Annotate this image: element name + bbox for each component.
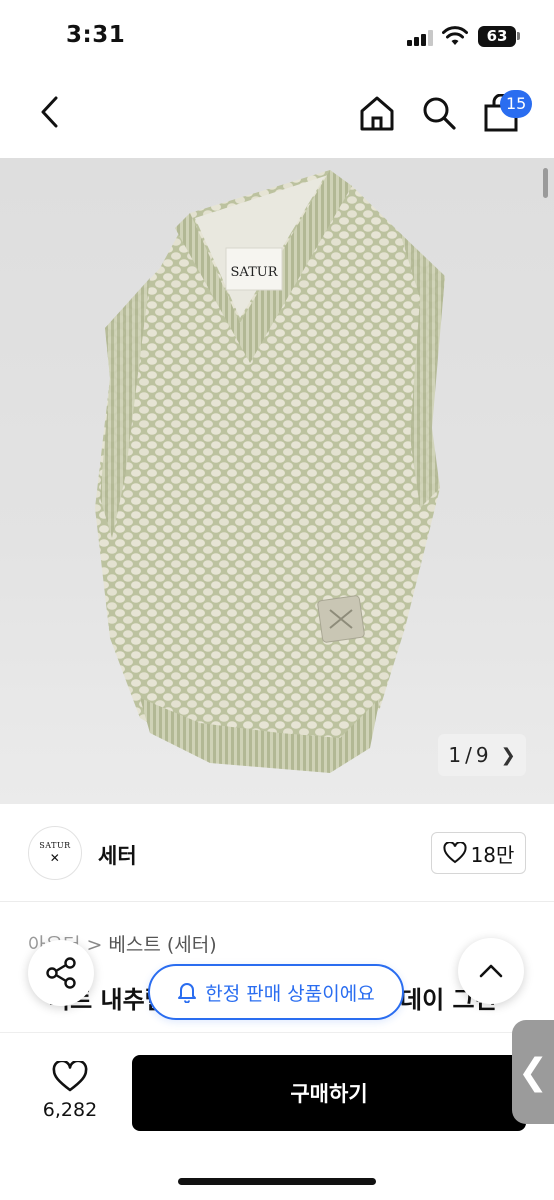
signal-icon <box>407 30 433 46</box>
status-bar: 3:31 63 <box>0 0 554 78</box>
brand-name[interactable]: 세터 <box>98 840 137 870</box>
cart-count-badge: 15 <box>500 90 533 118</box>
buy-button[interactable]: 구매하기 <box>132 1055 526 1131</box>
heart-icon <box>52 1061 88 1092</box>
edge-panel-handle[interactable]: ❮ <box>512 1020 554 1124</box>
status-time: 3:31 <box>66 22 126 48</box>
knit-vest-image: SATUR <box>95 170 445 773</box>
bell-icon <box>178 983 197 1003</box>
search-button[interactable] <box>418 92 460 134</box>
brand-logo-text: SATUR <box>39 841 71 850</box>
heart-icon <box>443 842 467 864</box>
battery-cap <box>517 32 520 40</box>
home-icon <box>360 96 394 131</box>
breadcrumb-separator: > <box>86 934 103 956</box>
limited-sale-text: 한정 판매 상품이에요 <box>205 982 375 1005</box>
scroll-indicator[interactable] <box>543 168 548 198</box>
bottom-action-bar: 6,282 구매하기 <box>0 1032 554 1200</box>
limited-sale-notice[interactable]: 한정 판매 상품이에요 <box>148 964 404 1020</box>
share-button[interactable] <box>28 940 94 1006</box>
scroll-top-button[interactable] <box>458 938 524 1004</box>
back-button[interactable] <box>30 92 70 132</box>
counter-separator: / <box>465 743 472 767</box>
counter-current: 1 <box>448 743 462 767</box>
share-icon <box>46 957 76 989</box>
wishlist-button[interactable]: 6,282 <box>30 1061 110 1131</box>
brand-logo-mark-icon: ✕ <box>49 851 61 865</box>
image-counter[interactable]: 1 / 9 ❯ <box>438 734 526 776</box>
search-icon <box>423 97 456 130</box>
chevron-left-icon: ❮ <box>517 1051 549 1093</box>
wifi-icon <box>442 26 468 45</box>
brand-like-count: 18만 <box>470 842 515 867</box>
brand-row: SATUR ✕ 세터 18만 <box>0 804 554 902</box>
home-indicator[interactable] <box>178 1178 376 1185</box>
chevron-right-icon: ❯ <box>500 744 516 766</box>
app-header: 15 <box>0 78 554 158</box>
home-button[interactable] <box>356 92 398 134</box>
product-image[interactable]: SATUR <box>0 158 554 804</box>
breadcrumb-second[interactable]: 베스트 (세터) <box>108 934 216 956</box>
brand-like-button[interactable]: 18만 <box>431 832 526 874</box>
brand-logo[interactable]: SATUR ✕ <box>28 826 82 880</box>
svg-text:SATUR: SATUR <box>231 265 279 280</box>
chevron-up-icon <box>479 964 503 978</box>
chevron-left-icon <box>41 96 58 128</box>
battery-icon: 63 <box>478 26 516 47</box>
wishlist-count: 6,282 <box>42 1099 98 1121</box>
counter-total: 9 <box>475 743 489 767</box>
